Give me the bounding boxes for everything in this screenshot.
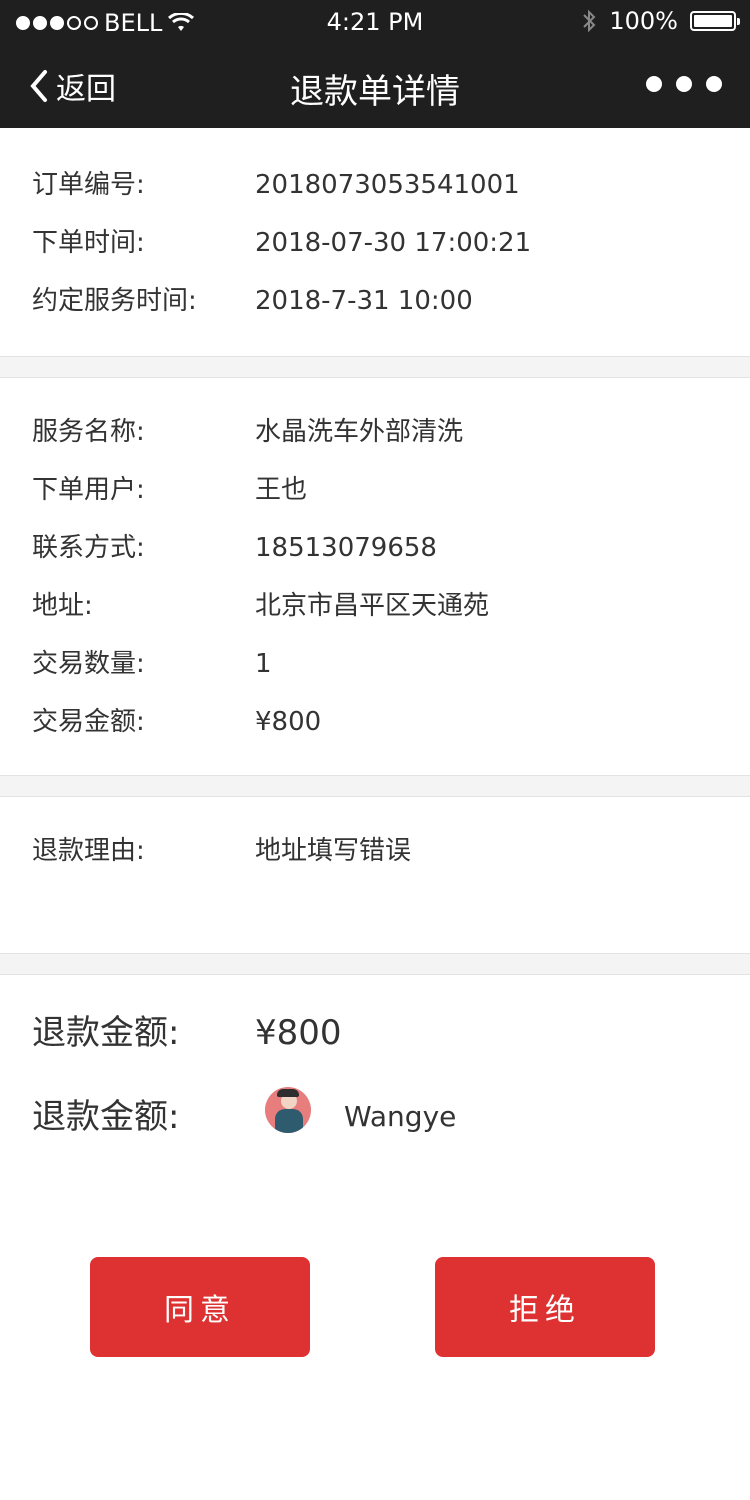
contact-label: 联系方式: xyxy=(32,533,145,563)
service-time-value: 2018-7-31 10:00 xyxy=(255,286,473,316)
page-title: 退款单详情 xyxy=(290,72,460,112)
refund-reason-value: 地址填写错误 xyxy=(255,836,412,866)
more-dots-icon[interactable] xyxy=(646,76,722,92)
refund-reason-label: 退款理由: xyxy=(32,836,145,866)
service-name-value: 水晶洗车外部清洗 xyxy=(255,417,464,447)
refund-account-label: 退款金额: xyxy=(32,1097,180,1137)
order-info-section: 订单编号: 2018073053541001 下单时间: 2018-07-30 … xyxy=(0,128,750,356)
battery-percent: 100% xyxy=(609,7,678,35)
detail-info-section: 服务名称: 水晶洗车外部清洗 下单用户: 王也 联系方式: 1851307965… xyxy=(0,378,750,775)
address-label: 地址: xyxy=(32,591,93,621)
user-label: 下单用户: xyxy=(32,475,145,505)
order-no-value: 2018073053541001 xyxy=(255,170,520,200)
agree-button[interactable]: 同意 xyxy=(90,1257,310,1357)
amount-label: 交易金额: xyxy=(32,707,145,737)
address-value: 北京市昌平区天通苑 xyxy=(255,591,490,621)
battery-icon xyxy=(690,11,740,31)
account-username: Wangye xyxy=(344,1100,457,1133)
section-divider xyxy=(0,953,750,975)
order-no-label: 订单编号: xyxy=(32,170,145,200)
quantity-value: 1 xyxy=(255,649,272,679)
status-right: 100% xyxy=(581,7,740,35)
order-time-value: 2018-07-30 17:00:21 xyxy=(255,228,532,258)
status-bar: BELL 4:21 PM 100% xyxy=(0,0,750,44)
avatar xyxy=(265,1087,311,1133)
refund-amount-label: 退款金额: xyxy=(32,1013,180,1053)
bluetooth-icon xyxy=(583,9,596,33)
service-name-label: 服务名称: xyxy=(32,417,145,447)
reject-button[interactable]: 拒绝 xyxy=(435,1257,655,1357)
nav-bar: 返回 退款单详情 xyxy=(0,44,750,128)
contact-value[interactable]: 18513079658 xyxy=(255,531,437,565)
app-header: BELL 4:21 PM 100% 返回 退款单详情 xyxy=(0,0,750,128)
section-divider xyxy=(0,775,750,797)
refund-summary-section: 退款金额: ¥800 退款金额: Wangye xyxy=(0,975,750,1500)
amount-value: ¥800 xyxy=(255,707,322,737)
order-time-label: 下单时间: xyxy=(32,228,145,258)
refund-amount-value: ¥800 xyxy=(255,1013,342,1053)
refund-reason-section: 退款理由: 地址填写错误 xyxy=(0,797,750,953)
user-value: 王也 xyxy=(255,475,308,505)
section-divider xyxy=(0,356,750,378)
service-time-label: 约定服务时间: xyxy=(32,286,197,316)
quantity-label: 交易数量: xyxy=(32,649,145,679)
